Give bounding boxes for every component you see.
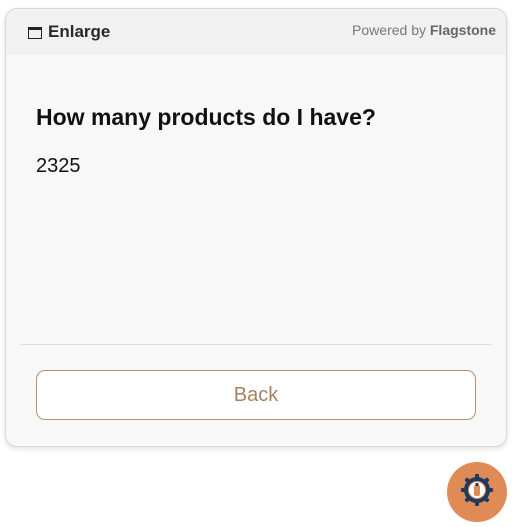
divider bbox=[21, 344, 491, 345]
assistant-launcher-button[interactable] bbox=[447, 462, 507, 522]
window-icon bbox=[28, 27, 42, 39]
chat-widget: Enlarge Powered by Flagstone How many pr… bbox=[5, 8, 507, 447]
powered-by: Powered by Flagstone bbox=[352, 22, 496, 38]
question-heading: How many products do I have? bbox=[36, 104, 376, 130]
enlarge-button[interactable]: Enlarge bbox=[28, 22, 110, 42]
back-button[interactable]: Back bbox=[36, 370, 476, 420]
powered-prefix: Powered by bbox=[352, 22, 426, 38]
widget-header: Enlarge Powered by Flagstone bbox=[6, 9, 506, 55]
powered-brand: Flagstone bbox=[429, 22, 496, 38]
answer-text: 2325 bbox=[36, 155, 81, 177]
gear-assistant-icon bbox=[460, 473, 494, 512]
enlarge-label: Enlarge bbox=[48, 22, 111, 41]
widget-content: How many products do I have? 2325 bbox=[6, 104, 506, 178]
